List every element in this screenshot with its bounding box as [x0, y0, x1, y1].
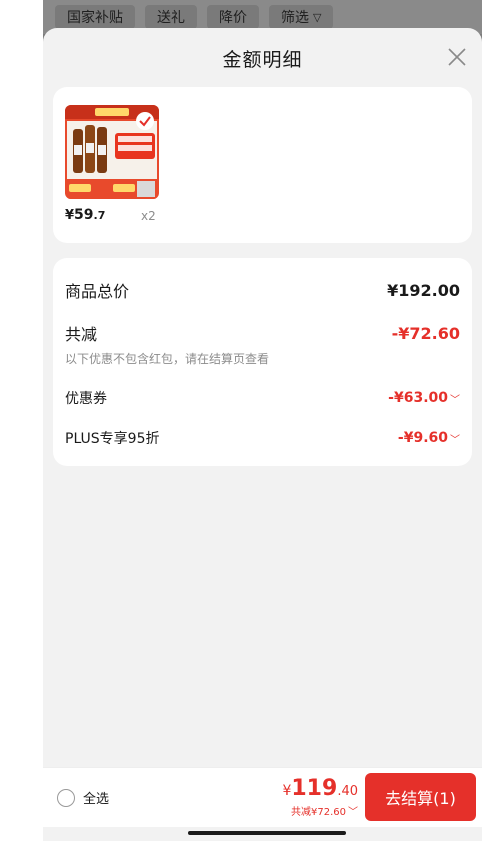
- checkout-button[interactable]: 去结算(1): [365, 773, 476, 821]
- close-button[interactable]: [442, 42, 472, 72]
- price-integer: 59: [74, 207, 94, 223]
- home-indicator[interactable]: [188, 831, 346, 835]
- saved-amount[interactable]: 共减¥72.60 ﹀: [282, 803, 358, 818]
- plus-discount-value-wrap: -¥9.60 ﹀: [398, 430, 460, 446]
- chevron-down-icon: ﹀: [348, 807, 358, 818]
- product-image[interactable]: [65, 105, 159, 199]
- total-amount: ¥ 119 .40: [282, 776, 358, 801]
- checkout-bar: 全选 ¥ 119 .40 共减¥72.60 ﹀ 去结算(1): [43, 767, 482, 827]
- filter-chip-label: 筛选: [281, 10, 309, 26]
- plus-discount-value: -¥9.60: [397, 430, 448, 446]
- beer-product-icon: [65, 105, 159, 199]
- select-all-label: 全选: [83, 792, 110, 807]
- coupon-value: -¥63.00: [388, 390, 448, 406]
- total-price-label: 商品总价: [65, 282, 130, 301]
- radio-unchecked-icon[interactable]: [57, 788, 75, 807]
- total-currency: ¥: [282, 783, 292, 799]
- filter-chip-filter[interactable]: 筛选 ▽: [269, 5, 334, 29]
- plus-discount-label: PLUS专享95折: [65, 431, 160, 447]
- discount-row: 共减 -¥72.60: [65, 321, 460, 345]
- select-all-toggle[interactable]: 全选: [57, 788, 109, 807]
- coupon-label: 优惠券: [65, 391, 107, 407]
- funnel-icon: ▽: [313, 10, 322, 24]
- total-block: ¥ 119 .40 共减¥72.60 ﹀: [282, 776, 358, 818]
- sheet-header: 金额明细: [43, 28, 482, 88]
- product-card: ¥ 59 .7 x2: [53, 87, 472, 243]
- price-decimal: .7: [93, 209, 106, 222]
- plus-discount-row[interactable]: PLUS专享95折 -¥9.60 ﹀: [65, 428, 460, 448]
- discount-value: -¥72.60: [391, 323, 460, 343]
- close-icon: [448, 48, 466, 66]
- discount-note: 以下优惠不包含红包，请在结算页查看: [65, 352, 270, 366]
- amount-detail-sheet: 金额明细 ¥ 59 .7 x2 商品总价 ¥192.00 共减 -¥72.60 …: [43, 28, 482, 841]
- total-price-row: 商品总价 ¥192.00: [65, 278, 460, 302]
- price-currency: ¥: [65, 208, 75, 223]
- saved-text: 共减¥72.60: [291, 807, 346, 818]
- product-quantity: x2: [141, 209, 156, 223]
- sheet-title: 金额明细: [222, 48, 303, 71]
- coupon-row[interactable]: 优惠券 -¥63.00 ﹀: [65, 388, 460, 408]
- discount-label: 共减: [65, 325, 98, 344]
- filter-chip-label: 降价: [219, 10, 247, 26]
- chevron-down-icon: ﹀: [450, 434, 460, 446]
- filter-chip-label: 国家补贴: [67, 10, 123, 26]
- total-integer: 119: [291, 776, 338, 801]
- filter-chip-price-drop[interactable]: 降价: [207, 5, 259, 29]
- price-summary-card: 商品总价 ¥192.00 共减 -¥72.60 以下优惠不包含红包，请在结算页查…: [53, 258, 472, 466]
- total-price-value: ¥192.00: [387, 280, 460, 300]
- product-price: ¥ 59 .7: [65, 207, 105, 223]
- chevron-down-icon: ﹀: [450, 394, 460, 406]
- coupon-value-wrap: -¥63.00 ﹀: [388, 390, 460, 406]
- filter-chip-label: 送礼: [157, 10, 185, 26]
- filter-chip-gift[interactable]: 送礼: [145, 5, 197, 29]
- filter-chip-subsidy[interactable]: 国家补贴: [55, 5, 135, 29]
- total-decimal: .40: [337, 784, 358, 799]
